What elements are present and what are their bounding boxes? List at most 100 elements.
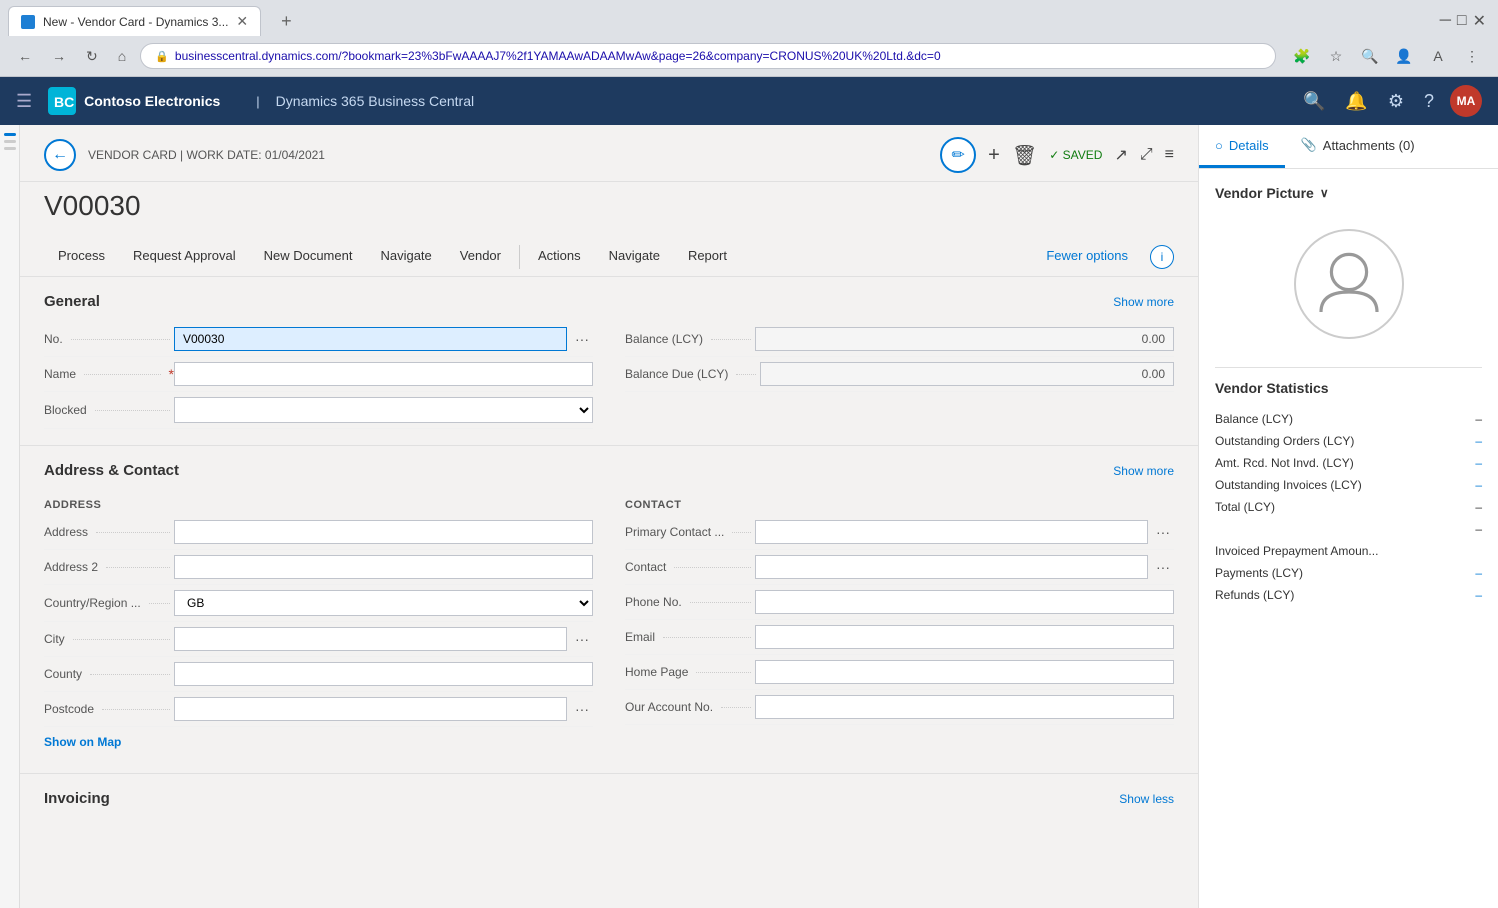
no-input[interactable] (174, 327, 567, 351)
favorites-icon[interactable]: ☆ (1322, 42, 1350, 70)
stat-row-amt-rcd: Amt. Rcd. Not Invd. (LCY) – (1215, 452, 1482, 474)
no-label: No. (44, 332, 174, 346)
email-label: Email (625, 630, 755, 644)
vendor-picture-title: Vendor Picture ∨ (1215, 185, 1482, 201)
stat-value: – (1475, 566, 1482, 580)
window-minimize-btn[interactable]: ─ (1440, 11, 1451, 31)
contact-lookup-btn[interactable]: ··· (1152, 559, 1174, 575)
menu-item-vendor[interactable]: Vendor (446, 238, 515, 276)
add-button[interactable]: + (988, 144, 1000, 167)
postcode-lookup-btn[interactable]: ··· (571, 701, 593, 717)
no-lookup-btn[interactable]: ··· (571, 331, 593, 347)
general-show-more-btn[interactable]: Show more (1113, 295, 1174, 309)
stat-value: – (1475, 522, 1482, 536)
new-tab-button[interactable]: + (273, 7, 300, 36)
invoicing-show-less-btn[interactable]: Show less (1119, 792, 1174, 806)
active-tab[interactable]: New - Vendor Card - Dynamics 3... ✕ (8, 6, 261, 36)
help-btn[interactable]: ? (1420, 87, 1438, 116)
address-input[interactable] (174, 520, 593, 544)
refresh-btn[interactable]: ↻ (80, 45, 104, 68)
details-tab[interactable]: ○ Details (1199, 125, 1285, 168)
app-menu-icon[interactable]: ☰ (16, 91, 32, 112)
our-account-no-input[interactable] (755, 695, 1174, 719)
browser-search-icon[interactable]: 🔍 (1356, 42, 1384, 70)
user-avatar[interactable]: MA (1450, 85, 1482, 117)
menu-item-fewer-options[interactable]: Fewer options (1032, 238, 1142, 276)
home-btn[interactable]: ⌂ (112, 45, 132, 67)
balance-due-lcy-input (760, 362, 1174, 386)
primary-contact-lookup-btn[interactable]: ··· (1152, 524, 1174, 540)
menu-item-new-document[interactable]: New Document (250, 238, 367, 276)
profiles-icon[interactable]: 👤 (1390, 42, 1418, 70)
county-field-row: County (44, 657, 593, 692)
delete-button[interactable]: 🗑 (1012, 143, 1037, 168)
country-region-select[interactable]: GB US DE (174, 590, 593, 616)
browser-toolbar: 🧩 ☆ 🔍 👤 A ⋮ (1288, 42, 1486, 70)
stat-label: Balance (LCY) (1215, 412, 1293, 426)
back-nav-btn[interactable]: ← (12, 45, 38, 67)
primary-contact-input-wrapper: ··· (755, 520, 1174, 544)
name-input[interactable] (174, 362, 593, 386)
menu-item-actions[interactable]: Actions (524, 238, 595, 276)
contact-input-wrapper: ··· (755, 555, 1174, 579)
contact-input[interactable] (755, 555, 1148, 579)
extensions-icon[interactable]: 🧩 (1288, 42, 1316, 70)
postcode-input[interactable] (174, 697, 567, 721)
more-options-button[interactable]: ≡ (1165, 146, 1174, 164)
email-input[interactable] (755, 625, 1174, 649)
phone-no-input-wrapper (755, 590, 1174, 614)
settings-icon-2[interactable]: ⋮ (1458, 42, 1486, 70)
address-input-wrapper (174, 520, 593, 544)
menu-item-process[interactable]: Process (44, 238, 119, 276)
menu-item-request-approval[interactable]: Request Approval (119, 238, 250, 276)
show-on-map-link[interactable]: Show on Map (44, 727, 121, 757)
tab-close-btn[interactable]: ✕ (236, 13, 248, 30)
balance-due-lcy-field-row: Balance Due (LCY) (625, 357, 1174, 392)
menu-item-navigate-1[interactable]: Navigate (366, 238, 445, 276)
stat-row-payments: Payments (LCY) – (1215, 562, 1482, 584)
city-input[interactable] (174, 627, 567, 651)
translate-icon[interactable]: A (1424, 42, 1452, 70)
info-button[interactable]: i (1150, 245, 1174, 269)
page-actions: ✏ + 🗑 ✓ SAVED ↗ ⤢ ≡ (940, 137, 1174, 173)
address-contact-section: Address & Contact Show more ADDRESS Addr… (20, 445, 1198, 773)
stat-value: – (1475, 456, 1482, 470)
back-button[interactable]: ← (44, 139, 76, 171)
forward-nav-btn[interactable]: → (46, 45, 72, 67)
county-input[interactable] (174, 662, 593, 686)
no-field-row: No. ··· (44, 322, 593, 357)
page-title-section: V00030 (20, 182, 1198, 238)
edit-button[interactable]: ✏ (940, 137, 976, 173)
menu-item-navigate-2[interactable]: Navigate (595, 238, 674, 276)
home-page-input[interactable] (755, 660, 1174, 684)
blocked-field-row: Blocked Payment All (44, 392, 593, 429)
stat-value: – (1475, 478, 1482, 492)
stat-value: – (1475, 412, 1482, 426)
window-close-btn[interactable]: ✕ (1473, 11, 1486, 31)
search-btn[interactable]: 🔍 (1299, 87, 1329, 116)
primary-contact-input[interactable] (755, 520, 1148, 544)
vendor-picture-area (1215, 213, 1482, 355)
city-lookup-btn[interactable]: ··· (571, 631, 593, 647)
blocked-select[interactable]: Payment All (174, 397, 593, 423)
right-panel: ○ Details 📎 Attachments (0) Vendor Pictu… (1198, 125, 1498, 908)
notification-btn[interactable]: 🔔 (1341, 87, 1371, 116)
compact-button[interactable]: ⤢ (1140, 146, 1153, 164)
home-page-field-row: Home Page (625, 655, 1174, 690)
attachments-tab[interactable]: 📎 Attachments (0) (1285, 125, 1431, 168)
svg-text:BC: BC (54, 94, 74, 110)
general-section: General Show more No. ··· (20, 277, 1198, 445)
phone-no-input[interactable] (755, 590, 1174, 614)
tab-bar: New - Vendor Card - Dynamics 3... ✕ + ─ … (0, 0, 1498, 36)
url-bar[interactable]: 🔒 businesscentral.dynamics.com/?bookmark… (140, 43, 1276, 69)
contact-group-label: CONTACT (625, 491, 1174, 515)
postcode-label: Postcode (44, 702, 174, 716)
country-region-label: Country/Region ... (44, 596, 174, 610)
window-maximize-btn[interactable]: □ (1457, 11, 1467, 31)
expand-button[interactable]: ↗ (1114, 145, 1127, 165)
address2-input[interactable] (174, 555, 593, 579)
settings-btn[interactable]: ⚙ (1384, 87, 1408, 116)
menu-item-report[interactable]: Report (674, 238, 741, 276)
stat-value: – (1475, 434, 1482, 448)
address-show-more-btn[interactable]: Show more (1113, 464, 1174, 478)
